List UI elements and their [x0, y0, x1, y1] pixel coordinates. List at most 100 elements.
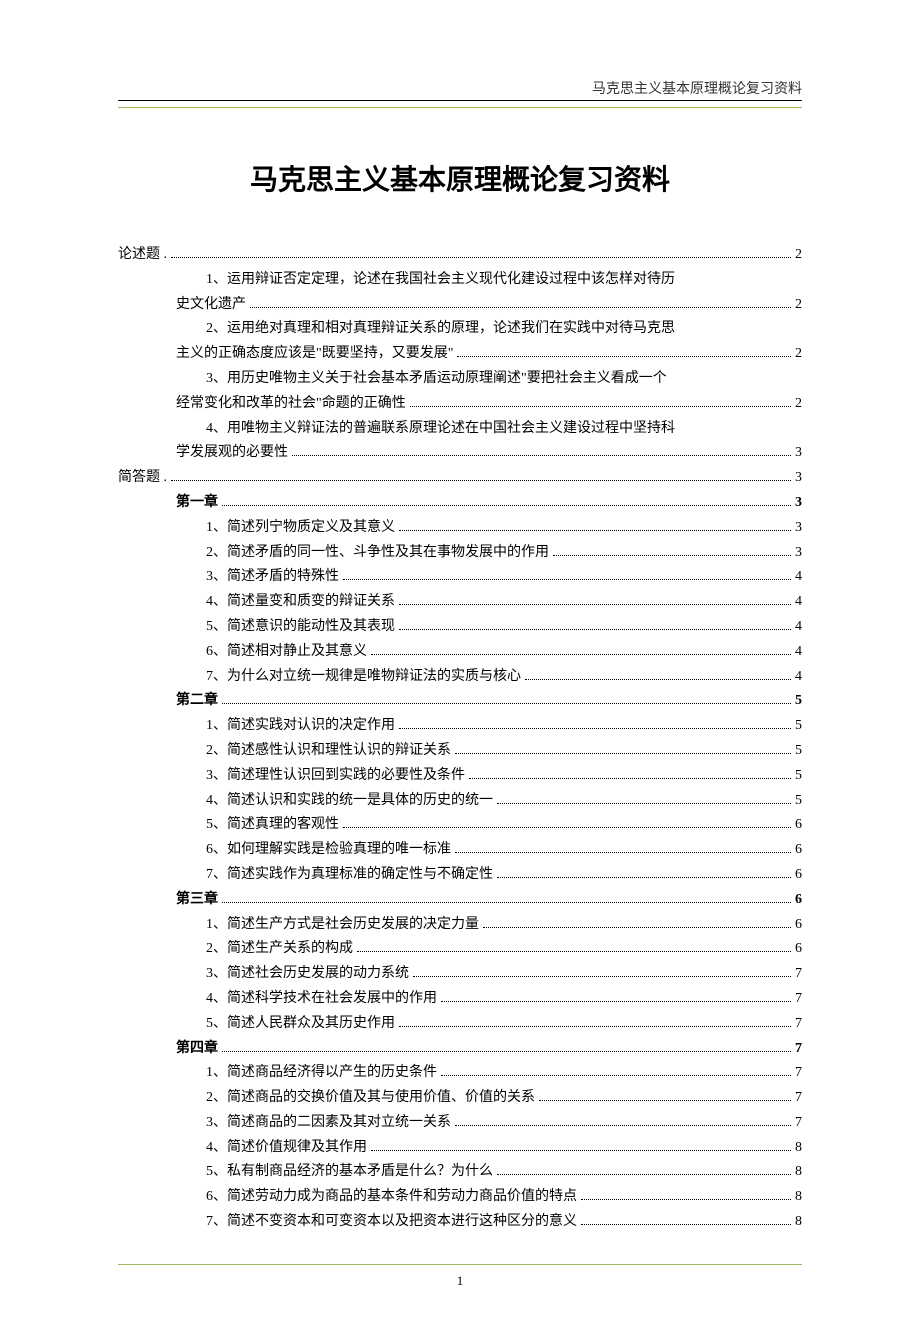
toc-entry-page: 8 — [795, 1136, 802, 1160]
toc-entry: 4、用唯物主义辩证法的普遍联系原理论述在中国社会主义建设过程中坚持科 — [206, 417, 802, 441]
toc-entry-text: 5、简述意识的能动性及其表现 — [206, 615, 395, 639]
toc-entry: 史文化遗产 2 — [176, 293, 802, 317]
toc-entry-page: 7 — [795, 1086, 802, 1110]
toc-entry: 1、简述商品经济得以产生的历史条件7 — [206, 1061, 802, 1085]
toc-entry-page: 3 — [795, 541, 802, 565]
toc-entry: 1、简述列宁物质定义及其意义3 — [206, 516, 802, 540]
toc-entry-text: 5、简述真理的客观性 — [206, 813, 339, 837]
toc-leader-dots — [455, 753, 791, 754]
toc-entry-text: 4、简述认识和实践的统一是具体的历史的统一 — [206, 789, 493, 813]
toc-entry: 主义的正确态度应该是"既要坚持，又要发展"2 — [176, 342, 802, 366]
toc-entry-page: 7 — [795, 987, 802, 1011]
toc-entry-page: 3 — [795, 516, 802, 540]
toc-entry-text: 7、为什么对立统一规律是唯物辩证法的实质与核心 — [206, 665, 521, 689]
toc-entry-page: 6 — [795, 913, 802, 937]
toc-entry-text: 6、如何理解实践是检验真理的唯一标准 — [206, 838, 451, 862]
toc-leader-dots — [222, 703, 791, 704]
footer-rule — [118, 1264, 802, 1265]
toc-entry-text: 学发展观的必要性 — [176, 441, 288, 465]
toc-entry-page: 6 — [795, 813, 802, 837]
toc-entry-page: 2 — [795, 243, 802, 267]
toc-entry: 7、为什么对立统一规律是唯物辩证法的实质与核心 4 — [206, 665, 802, 689]
toc-leader-dots — [399, 1026, 791, 1027]
toc-entry-text: 2、简述感性认识和理性认识的辩证关系 — [206, 739, 451, 763]
toc-entry-text: 2、运用绝对真理和相对真理辩证关系的原理，论述我们在实践中对待马克思 — [206, 317, 675, 341]
toc-entry-page: 6 — [795, 863, 802, 887]
toc-entry: 2、运用绝对真理和相对真理辩证关系的原理，论述我们在实践中对待马克思 — [206, 317, 802, 341]
header-rule — [118, 100, 802, 101]
toc-entry-page: 4 — [795, 565, 802, 589]
toc-leader-dots — [222, 902, 791, 903]
toc-entry-page: 2 — [795, 392, 802, 416]
toc-entry-text: 4、用唯物主义辩证法的普遍联系原理论述在中国社会主义建设过程中坚持科 — [206, 417, 675, 441]
header-text: 马克思主义基本原理概论复习资料 — [118, 78, 802, 98]
toc-entry: 经常变化和改革的社会"命题的正确性 2 — [176, 392, 802, 416]
toc-leader-dots — [222, 505, 791, 506]
toc-entry-page: 3 — [795, 491, 802, 515]
toc-entry-text: 2、简述商品的交换价值及其与使用价值、价值的关系 — [206, 1086, 535, 1110]
toc-entry-page: 5 — [795, 789, 802, 813]
toc-entry: 4、简述科学技术在社会发展中的作用7 — [206, 987, 802, 1011]
toc-leader-dots — [292, 455, 791, 456]
toc-entry: 3、简述社会历史发展的动力系统7 — [206, 962, 802, 986]
toc-entry: 2、简述感性认识和理性认识的辩证关系 5 — [206, 739, 802, 763]
toc-entry-text: 第三章 — [176, 888, 218, 912]
toc-leader-dots — [399, 604, 791, 605]
toc-entry-page: 4 — [795, 665, 802, 689]
toc-entry-text: 4、简述价值规律及其作用 — [206, 1136, 367, 1160]
toc-leader-dots — [457, 356, 791, 357]
toc-leader-dots — [525, 679, 791, 680]
toc-entry-page: 2 — [795, 293, 802, 317]
toc-entry: 5、私有制商品经济的基本矛盾是什么？为什么8 — [206, 1160, 802, 1184]
toc-entry-text: 史文化遗产 — [176, 293, 246, 317]
toc-entry: 1、简述实践对认识的决定作用5 — [206, 714, 802, 738]
toc-entry: 3、简述商品的二因素及其对立统一关系7 — [206, 1111, 802, 1135]
toc-entry-text: 主义的正确态度应该是"既要坚持，又要发展" — [176, 342, 453, 366]
toc-leader-dots — [497, 803, 791, 804]
page-number: 1 — [118, 1273, 802, 1289]
toc-entry-page: 5 — [795, 739, 802, 763]
toc-entry-page: 5 — [795, 764, 802, 788]
toc-entry: 6、简述劳动力成为商品的基本条件和劳动力商品价值的特点8 — [206, 1185, 802, 1209]
toc-entry-text: 第一章 — [176, 491, 218, 515]
toc-leader-dots — [357, 951, 791, 952]
toc-leader-dots — [581, 1224, 791, 1225]
toc-entry-page: 8 — [795, 1210, 802, 1234]
toc-entry: 7、简述实践作为真理标准的确定性与不确定性6 — [206, 863, 802, 887]
toc-entry-text: 6、简述相对静止及其意义 — [206, 640, 367, 664]
toc-entry-text: 2、简述生产关系的构成 — [206, 937, 353, 961]
toc-entry: 2、简述矛盾的同一性、斗争性及其在事物发展中的作用3 — [206, 541, 802, 565]
toc-entry-page: 7 — [795, 1111, 802, 1135]
toc-entry: 2、简述生产关系的构成6 — [206, 937, 802, 961]
toc-entry-text: 经常变化和改革的社会"命题的正确性 — [176, 392, 406, 416]
toc-entry-text: 7、简述不变资本和可变资本以及把资本进行这种区分的意义 — [206, 1210, 577, 1234]
toc-entry: 3、简述理性认识回到实践的必要性及条件5 — [206, 764, 802, 788]
toc-leader-dots — [399, 530, 791, 531]
toc-entry: 4、简述量变和质变的辩证关系4 — [206, 590, 802, 614]
toc-entry-page: 6 — [795, 888, 802, 912]
toc-leader-dots — [553, 555, 791, 556]
toc-entry-text: 4、简述量变和质变的辩证关系 — [206, 590, 395, 614]
toc-entry-text: 1、简述商品经济得以产生的历史条件 — [206, 1061, 437, 1085]
toc-entry: 3、用历史唯物主义关于社会基本矛盾运动原理阐述"要把社会主义看成一个 — [206, 367, 802, 391]
toc-entry-page: 8 — [795, 1185, 802, 1209]
toc-leader-dots — [441, 1001, 791, 1002]
document-page: 马克思主义基本原理概论复习资料 马克思主义基本原理概论复习资料 论述题 .21、… — [0, 0, 920, 1329]
toc-entry-text: 3、简述矛盾的特殊性 — [206, 565, 339, 589]
toc-leader-dots — [399, 629, 791, 630]
toc-entry-text: 论述题 . — [118, 243, 167, 267]
toc-leader-dots — [469, 778, 791, 779]
toc-leader-dots — [171, 257, 791, 258]
toc-entry: 1、运用辩证否定定理，论述在我国社会主义现代化建设过程中该怎样对待历 — [206, 268, 802, 292]
toc-entry-text: 第四章 — [176, 1037, 218, 1061]
toc-entry: 第四章7 — [176, 1037, 802, 1061]
toc-entry: 3、简述矛盾的特殊性 4 — [206, 565, 802, 589]
toc-leader-dots — [250, 307, 791, 308]
toc-entry-text: 1、运用辩证否定定理，论述在我国社会主义现代化建设过程中该怎样对待历 — [206, 268, 675, 292]
toc-entry: 论述题 . 2 — [118, 243, 802, 267]
toc-leader-dots — [371, 654, 791, 655]
toc-leader-dots — [455, 1125, 791, 1126]
toc-entry-text: 简答题 . — [118, 466, 167, 490]
toc-leader-dots — [441, 1075, 791, 1076]
header-rule-accent — [118, 107, 802, 108]
